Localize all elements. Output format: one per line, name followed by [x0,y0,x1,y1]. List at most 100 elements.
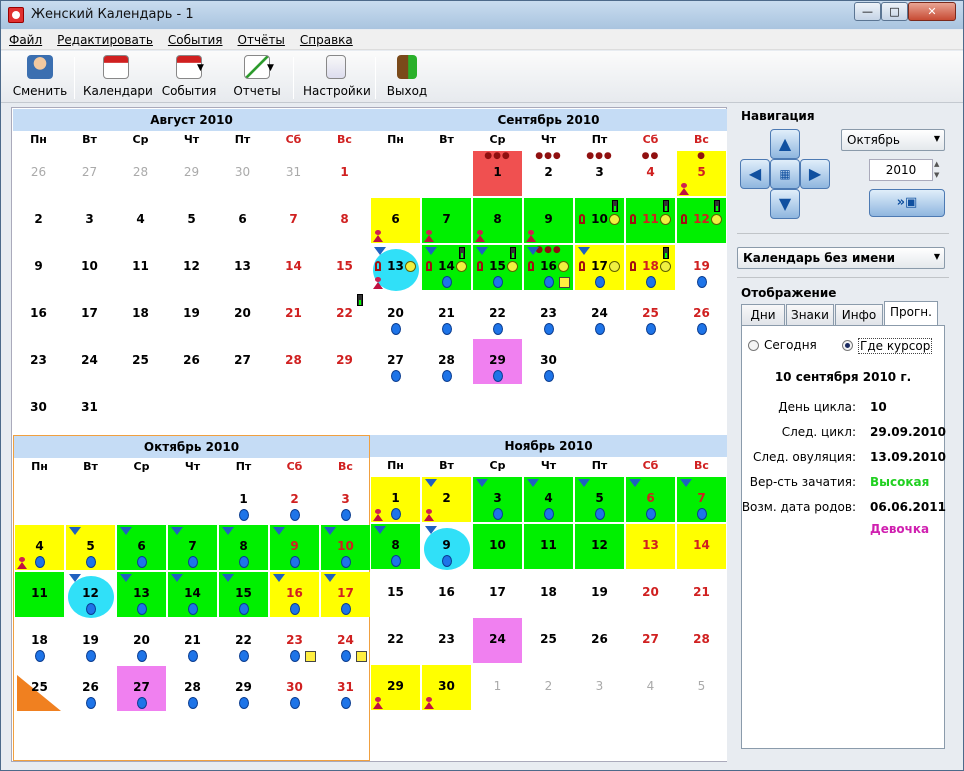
day-cell[interactable]: 16 [422,571,471,616]
day-cell[interactable]: 15 [219,572,268,617]
day-cell[interactable]: 14 [168,572,217,617]
radio-today-label[interactable]: Сегодня [764,338,817,352]
day-cell[interactable]: 7 [677,477,726,522]
nav-up-button[interactable]: ▲ [770,129,800,159]
day-cell[interactable]: 6 [218,198,267,243]
day-cell[interactable]: 9 [524,198,573,243]
tab-forecast[interactable]: Прогн. [884,301,938,327]
exit-button[interactable]: Выход [385,55,429,101]
day-cell[interactable]: 5 ● [677,151,726,196]
day-cell[interactable]: 12 [167,245,216,290]
day-cell[interactable]: 1 [371,477,420,522]
day-cell[interactable]: 21 [422,292,471,337]
day-cell[interactable]: 8 [219,525,268,570]
day-cell[interactable]: 6 [626,477,675,522]
day-cell[interactable]: 15 [371,571,420,616]
day-cell[interactable]: 20 [117,619,166,664]
day-cell[interactable]: 30 [422,665,471,710]
day-cell[interactable]: 21 [168,619,217,664]
day-cell[interactable]: 9 [14,245,63,290]
nav-today-button[interactable]: ▦ [770,159,800,189]
day-cell[interactable]: 27 [371,339,420,384]
day-cell[interactable]: 7 [269,198,318,243]
day-cell[interactable]: 24 [575,292,624,337]
day-cell[interactable]: 30 [14,386,63,431]
day-cell[interactable]: 1 [320,151,369,196]
day-cell[interactable]: 28 [116,151,165,196]
day-cell[interactable]: 12 [575,524,624,569]
day-cell[interactable]: 12 [677,198,726,243]
events-button[interactable]: ▼ События [159,55,219,101]
day-cell[interactable]: 28 [677,618,726,663]
day-cell[interactable]: 22 [473,292,522,337]
day-cell[interactable]: 14 [677,524,726,569]
day-cell[interactable]: 18 [524,571,573,616]
day-cell[interactable]: 16 ●●● [524,245,573,290]
day-cell[interactable]: 13 [117,572,166,617]
calendar-select[interactable]: Календарь без имени [737,247,945,269]
day-cell[interactable]: 24 [473,618,522,663]
day-cell[interactable]: 3 [575,665,624,710]
day-cell[interactable]: 26 [677,292,726,337]
day-cell[interactable]: 16 [270,572,319,617]
day-cell[interactable]: 17 [473,571,522,616]
day-cell[interactable]: 29 [371,665,420,710]
day-cell[interactable]: 26 [167,339,216,384]
menu-events[interactable]: События [160,30,230,47]
day-cell[interactable]: 3 [321,478,370,523]
day-cell[interactable]: 19 [677,245,726,290]
day-cell[interactable]: 27 [117,666,166,711]
day-cell[interactable]: 8 [320,198,369,243]
day-cell[interactable]: 23 [524,292,573,337]
day-cell[interactable]: 23 [270,619,319,664]
day-cell[interactable]: 1 ●●● [473,151,522,196]
day-cell[interactable]: 31 [65,386,114,431]
day-cell[interactable]: 22 [320,292,369,337]
day-cell[interactable]: 8 [371,524,420,569]
day-cell[interactable]: 30 [270,666,319,711]
day-cell[interactable]: 26 [14,151,63,196]
day-cell[interactable]: 11 [116,245,165,290]
day-cell[interactable]: 26 [66,666,115,711]
reports-button[interactable]: ▼ Отчеты [231,55,283,101]
minimize-button[interactable]: — [854,2,881,21]
day-cell[interactable]: 9 [422,524,471,570]
day-cell[interactable]: 27 [65,151,114,196]
day-cell[interactable]: 25 [116,339,165,384]
day-cell[interactable]: 18 [626,245,675,290]
day-cell[interactable]: 1 [473,665,522,710]
day-cell[interactable]: 31 [321,666,370,711]
day-cell[interactable]: 24 [65,339,114,384]
day-cell[interactable]: 3 [65,198,114,243]
day-cell[interactable]: 25 [15,666,64,711]
day-cell[interactable]: 13 [371,245,420,291]
day-cell[interactable]: 13 [218,245,267,290]
day-cell[interactable]: 13 [626,524,675,569]
day-cell[interactable]: 28 [422,339,471,384]
day-cell[interactable]: 10 [65,245,114,290]
day-cell[interactable]: 4 [116,198,165,243]
day-cell[interactable]: 5 [575,477,624,522]
day-cell[interactable]: 20 [218,292,267,337]
close-button[interactable]: ✕ [908,2,956,21]
nav-right-button[interactable]: ▶ [800,159,830,189]
tab-signs[interactable]: Знаки [786,304,834,326]
day-cell[interactable]: 23 [422,618,471,663]
day-cell[interactable]: 25 [524,618,573,663]
day-cell[interactable]: 21 [677,571,726,616]
day-cell[interactable]: 27 [218,339,267,384]
day-cell[interactable]: 15 [473,245,522,290]
day-cell[interactable]: 18 [15,619,64,664]
month-select[interactable]: Октябрь [841,129,945,151]
day-cell[interactable]: 28 [269,339,318,384]
day-cell[interactable]: 2 [14,198,63,243]
day-cell[interactable]: 17 [575,245,624,290]
day-cell[interactable]: 23 [14,339,63,384]
day-cell[interactable]: 30 [218,151,267,196]
radio-cursor[interactable] [842,340,853,351]
day-cell[interactable]: 20 [626,571,675,616]
nav-left-button[interactable]: ◀ [740,159,770,189]
day-cell[interactable]: 17 [321,572,370,617]
day-cell[interactable]: 20 [371,292,420,337]
day-cell[interactable]: 26 [575,618,624,663]
